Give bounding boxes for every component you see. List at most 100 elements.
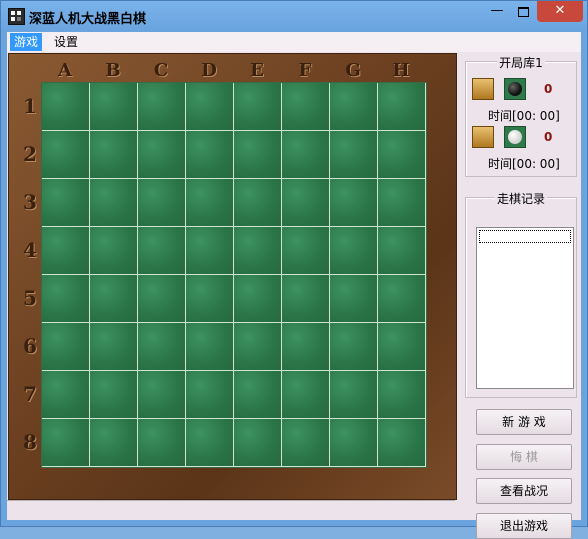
board-cell[interactable]	[282, 131, 330, 179]
row-label: 2	[23, 142, 37, 166]
board-cell[interactable]	[186, 419, 234, 467]
title-bar[interactable]: 深蓝人机大战黑白棋 — ✕	[1, 1, 587, 31]
black-timer: 时间[00: 00]	[488, 109, 560, 123]
board-cell[interactable]	[330, 371, 378, 419]
window-title: 深蓝人机大战黑白棋	[29, 12, 147, 27]
board-cell[interactable]	[282, 323, 330, 371]
board-cell[interactable]	[282, 419, 330, 467]
board-cell[interactable]	[42, 371, 90, 419]
column-label: H	[392, 60, 410, 81]
board-cell[interactable]	[138, 275, 186, 323]
column-label: A	[58, 60, 72, 81]
undo-button[interactable]: 悔 棋	[476, 444, 572, 470]
list-item[interactable]	[479, 230, 571, 243]
maximize-icon	[518, 7, 529, 17]
board-cell[interactable]	[138, 83, 186, 131]
board-cell[interactable]	[282, 83, 330, 131]
board-cell[interactable]	[90, 227, 138, 275]
board-cell[interactable]	[90, 323, 138, 371]
board-cell[interactable]	[138, 371, 186, 419]
board-cell[interactable]	[42, 131, 90, 179]
board-cell[interactable]	[282, 275, 330, 323]
black-stone-icon	[504, 78, 526, 100]
board-cell[interactable]	[90, 83, 138, 131]
board-cell[interactable]	[90, 179, 138, 227]
board-cell[interactable]	[282, 371, 330, 419]
board-cell[interactable]	[378, 83, 426, 131]
opening-group: 开局库1 0 时间[00: 00] 0 时间[00: 00]	[465, 56, 577, 177]
board-cell[interactable]	[186, 323, 234, 371]
board-cell[interactable]	[234, 179, 282, 227]
close-button[interactable]: ✕	[537, 1, 583, 22]
game-board[interactable]	[41, 82, 427, 468]
board-cell[interactable]	[378, 323, 426, 371]
column-label: E	[250, 60, 264, 81]
board-cell[interactable]	[186, 179, 234, 227]
board-cell[interactable]	[330, 275, 378, 323]
board-cell[interactable]	[90, 131, 138, 179]
board-cell[interactable]	[378, 371, 426, 419]
view-status-button[interactable]: 查看战况	[476, 478, 572, 504]
board-cell[interactable]	[138, 323, 186, 371]
row-label: 8	[23, 430, 37, 454]
board-cell[interactable]	[378, 179, 426, 227]
board-cell[interactable]	[330, 419, 378, 467]
board-cell[interactable]	[138, 419, 186, 467]
app-window: 深蓝人机大战黑白棋 — ✕ 游戏 设置 A B C D E F G H 1 2 …	[0, 0, 588, 539]
board-cell[interactable]	[330, 323, 378, 371]
board-cell[interactable]	[186, 131, 234, 179]
maximize-button[interactable]	[510, 1, 537, 22]
board-cell[interactable]	[330, 131, 378, 179]
board-cell[interactable]	[234, 83, 282, 131]
minimize-button[interactable]: —	[484, 1, 510, 22]
board-cell[interactable]	[378, 419, 426, 467]
black-stone	[508, 82, 522, 96]
board-cell[interactable]	[378, 131, 426, 179]
player-avatar-icon	[472, 126, 494, 148]
board-cell[interactable]	[42, 419, 90, 467]
board-cell[interactable]	[138, 227, 186, 275]
board-cell[interactable]	[90, 275, 138, 323]
row-label: 5	[23, 286, 37, 310]
board-cell[interactable]	[234, 227, 282, 275]
menu-game[interactable]: 游戏	[10, 33, 43, 51]
white-stone-icon	[504, 126, 526, 148]
board-cell[interactable]	[186, 83, 234, 131]
new-game-button[interactable]: 新 游 戏	[476, 409, 572, 435]
board-cell[interactable]	[42, 323, 90, 371]
board-cell[interactable]	[378, 275, 426, 323]
board-cell[interactable]	[234, 371, 282, 419]
app-icon	[8, 8, 25, 25]
board-cell[interactable]	[330, 83, 378, 131]
menu-bar: 游戏 设置	[7, 32, 581, 52]
board-cell[interactable]	[42, 83, 90, 131]
board-cell[interactable]	[42, 227, 90, 275]
board-cell[interactable]	[90, 371, 138, 419]
white-stone	[508, 130, 522, 144]
board-cell[interactable]	[234, 275, 282, 323]
board-cell[interactable]	[282, 227, 330, 275]
board-cell[interactable]	[282, 179, 330, 227]
board-cell[interactable]	[234, 323, 282, 371]
black-score: 0	[544, 82, 553, 96]
board-cell[interactable]	[234, 131, 282, 179]
board-cell[interactable]	[330, 227, 378, 275]
board-cell[interactable]	[330, 179, 378, 227]
board-cell[interactable]	[42, 275, 90, 323]
board-cell[interactable]	[90, 419, 138, 467]
board-cell[interactable]	[42, 179, 90, 227]
board-cell[interactable]	[186, 275, 234, 323]
move-record-list[interactable]	[476, 227, 574, 389]
board-cell[interactable]	[186, 227, 234, 275]
menu-settings[interactable]: 设置	[50, 33, 82, 51]
row-label: 1	[23, 94, 37, 118]
column-label: G	[345, 60, 361, 81]
board-cell[interactable]	[138, 131, 186, 179]
board-cell[interactable]	[186, 371, 234, 419]
white-timer: 时间[00: 00]	[488, 157, 560, 171]
column-label: F	[298, 60, 312, 81]
exit-game-button[interactable]: 退出游戏	[476, 513, 572, 539]
board-cell[interactable]	[234, 419, 282, 467]
board-cell[interactable]	[138, 179, 186, 227]
board-cell[interactable]	[378, 227, 426, 275]
